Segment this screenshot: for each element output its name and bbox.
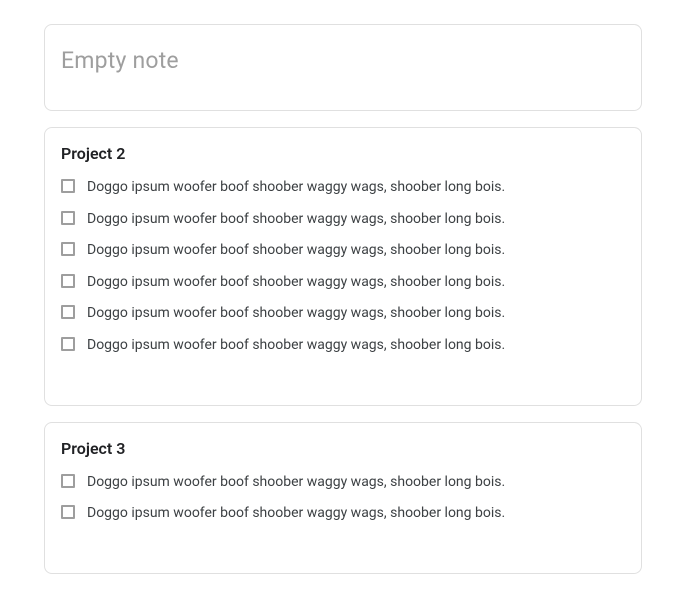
checklist: Doggo ipsum woofer boof shoober waggy wa… <box>61 470 625 527</box>
check-item: Doggo ipsum woofer boof shoober waggy wa… <box>61 501 625 527</box>
checklist: Doggo ipsum woofer boof shoober waggy wa… <box>61 175 625 359</box>
check-label: Doggo ipsum woofer boof shoober waggy wa… <box>87 304 505 324</box>
checkbox-icon[interactable] <box>61 179 75 193</box>
checkbox-icon[interactable] <box>61 274 75 288</box>
check-item: Doggo ipsum woofer boof shoober waggy wa… <box>61 175 625 201</box>
check-item: Doggo ipsum woofer boof shoober waggy wa… <box>61 207 625 233</box>
note-card-project-3[interactable]: Project 3 Doggo ipsum woofer boof shoobe… <box>44 422 642 574</box>
check-item: Doggo ipsum woofer boof shoober waggy wa… <box>61 301 625 327</box>
checkbox-icon[interactable] <box>61 305 75 319</box>
check-item: Doggo ipsum woofer boof shoober waggy wa… <box>61 470 625 496</box>
note-title: Project 3 <box>61 439 625 458</box>
check-label: Doggo ipsum woofer boof shoober waggy wa… <box>87 504 505 524</box>
empty-note-placeholder: Empty note <box>61 47 625 74</box>
checkbox-icon[interactable] <box>61 505 75 519</box>
check-label: Doggo ipsum woofer boof shoober waggy wa… <box>87 336 505 356</box>
check-item: Doggo ipsum woofer boof shoober waggy wa… <box>61 333 625 359</box>
check-label: Doggo ipsum woofer boof shoober waggy wa… <box>87 241 505 261</box>
empty-note-card[interactable]: Empty note <box>44 24 642 111</box>
check-label: Doggo ipsum woofer boof shoober waggy wa… <box>87 210 505 230</box>
check-label: Doggo ipsum woofer boof shoober waggy wa… <box>87 473 505 493</box>
check-label: Doggo ipsum woofer boof shoober waggy wa… <box>87 178 505 198</box>
checkbox-icon[interactable] <box>61 211 75 225</box>
checkbox-icon[interactable] <box>61 474 75 488</box>
check-item: Doggo ipsum woofer boof shoober waggy wa… <box>61 270 625 296</box>
note-card-project-2[interactable]: Project 2 Doggo ipsum woofer boof shoobe… <box>44 127 642 406</box>
checkbox-icon[interactable] <box>61 337 75 351</box>
check-item: Doggo ipsum woofer boof shoober waggy wa… <box>61 238 625 264</box>
checkbox-icon[interactable] <box>61 242 75 256</box>
check-label: Doggo ipsum woofer boof shoober waggy wa… <box>87 273 505 293</box>
note-title: Project 2 <box>61 144 625 163</box>
